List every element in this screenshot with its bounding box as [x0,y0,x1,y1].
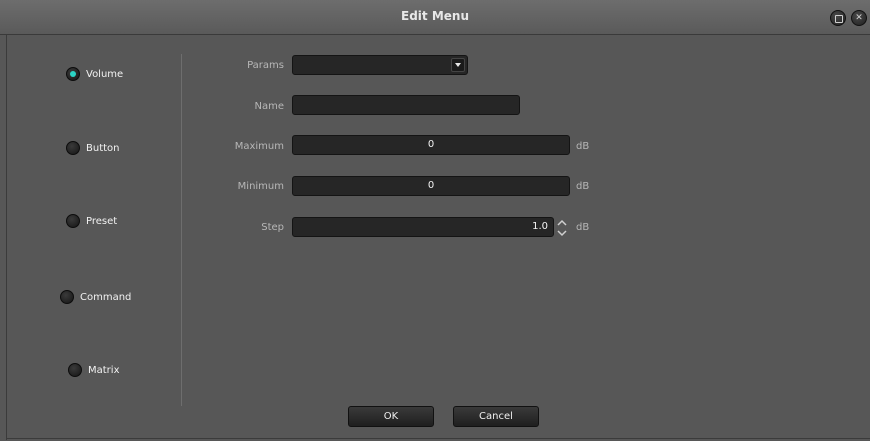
radio-dot-icon [60,290,74,304]
radio-dot-icon [68,363,82,377]
spinner-arrows-icon [557,219,567,237]
radio-dot-icon [66,67,80,81]
edit-menu-dialog: Edit Menu ✕ Volume Button Preset Command… [0,0,870,441]
close-button[interactable]: ✕ [851,10,867,26]
close-icon: ✕ [855,13,863,23]
radio-volume[interactable]: Volume [66,66,123,82]
params-label: Params [247,60,284,71]
minimum-label: Minimum [237,181,284,192]
cancel-button[interactable]: Cancel [453,406,539,427]
step-unit: dB [576,222,590,233]
minimum-unit: dB [576,181,590,192]
radio-label: Matrix [88,364,120,376]
radio-dot-icon [66,141,80,155]
panel-divider [181,54,182,406]
maximum-label: Maximum [234,141,284,152]
radio-preset[interactable]: Preset [66,213,117,229]
radio-button[interactable]: Button [66,140,120,156]
name-label: Name [254,101,284,112]
radio-command[interactable]: Command [60,289,131,305]
title-bar[interactable]: Edit Menu ✕ [0,0,870,35]
maximum-unit: dB [576,141,590,152]
frame-bottom-edge [6,438,870,439]
dialog-title: Edit Menu [401,9,469,23]
frame-left-edge [6,35,7,440]
radio-matrix[interactable]: Matrix [68,362,119,378]
radio-label: Preset [86,215,118,227]
step-label: Step [261,222,284,233]
radio-label: Volume [86,68,124,80]
restore-button[interactable] [830,10,846,26]
restore-icon [835,15,843,23]
radio-label: Command [80,291,132,303]
step-input[interactable]: 1.0 [292,217,554,237]
maximum-input[interactable]: 0 [292,135,570,155]
radio-dot-icon [66,214,80,228]
radio-label: Button [86,142,120,154]
chevron-down-icon[interactable] [451,58,465,72]
name-input[interactable] [292,95,520,115]
ok-button[interactable]: OK [348,406,434,427]
step-spinner[interactable] [556,218,568,238]
minimum-input[interactable]: 0 [292,176,570,196]
params-dropdown[interactable] [292,55,468,75]
